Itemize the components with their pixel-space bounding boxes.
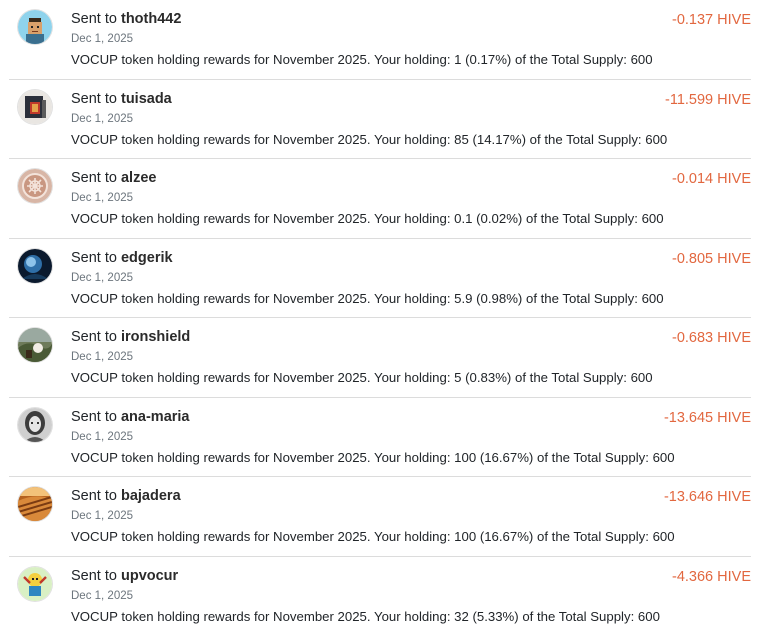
recipient-username-link[interactable]: bajadera: [121, 488, 181, 504]
transaction-amount: -0.137 HIVE: [672, 12, 751, 28]
transaction-date: Dec 1, 2025: [71, 351, 133, 363]
transaction-title: Sent to upvocur: [71, 568, 178, 584]
transaction-memo: VOCUP token holding rewards for November…: [71, 211, 664, 226]
sent-to-label: Sent to: [71, 409, 117, 425]
transaction-amount: -0.683 HIVE: [672, 330, 751, 346]
recipient-username-link[interactable]: upvocur: [121, 568, 178, 584]
transaction-row: Sent to upvocur Dec 1, 2025 VOCUP token …: [9, 557, 751, 636]
transaction-amount: -0.014 HIVE: [672, 171, 751, 187]
transaction-row: Sent to tuisada Dec 1, 2025 VOCUP token …: [9, 80, 751, 160]
dark-blue-avatar-icon[interactable]: [18, 249, 52, 283]
transaction-title: Sent to edgerik: [71, 250, 173, 266]
transaction-amount: -13.645 HIVE: [664, 410, 751, 426]
recipient-username-link[interactable]: ironshield: [121, 329, 190, 345]
transaction-date: Dec 1, 2025: [71, 113, 133, 125]
transaction-title: Sent to bajadera: [71, 488, 181, 504]
transaction-memo: VOCUP token holding rewards for November…: [71, 132, 667, 147]
transaction-memo: VOCUP token holding rewards for November…: [71, 370, 653, 385]
portrait-avatar-icon[interactable]: [18, 408, 52, 442]
transaction-amount: -0.805 HIVE: [672, 251, 751, 267]
transaction-date: Dec 1, 2025: [71, 431, 133, 443]
sent-to-label: Sent to: [71, 91, 117, 107]
sent-to-label: Sent to: [71, 488, 117, 504]
transaction-date: Dec 1, 2025: [71, 272, 133, 284]
recipient-username-link[interactable]: thoth442: [121, 11, 181, 27]
transaction-list: Sent to thoth442 Dec 1, 2025 VOCUP token…: [0, 0, 768, 636]
transaction-row: Sent to bajadera Dec 1, 2025 VOCUP token…: [9, 477, 751, 557]
transaction-row: Sent to ana-maria Dec 1, 2025 VOCUP toke…: [9, 398, 751, 478]
transaction-title: Sent to tuisada: [71, 91, 172, 107]
transaction-row: Sent to ironshield Dec 1, 2025 VOCUP tok…: [9, 318, 751, 398]
transaction-title: Sent to thoth442: [71, 11, 181, 27]
transaction-date: Dec 1, 2025: [71, 590, 133, 602]
transaction-memo: VOCUP token holding rewards for November…: [71, 52, 653, 67]
transaction-memo: VOCUP token holding rewards for November…: [71, 609, 660, 624]
recipient-username-link[interactable]: edgerik: [121, 250, 173, 266]
photo-avatar-icon[interactable]: [18, 90, 52, 124]
transaction-memo: VOCUP token holding rewards for November…: [71, 450, 675, 465]
transaction-amount: -11.599 HIVE: [665, 92, 751, 108]
sent-to-label: Sent to: [71, 568, 117, 584]
cartoon-mascot-avatar-icon[interactable]: [18, 567, 52, 601]
recipient-username-link[interactable]: ana-maria: [121, 409, 190, 425]
transaction-amount: -4.366 HIVE: [672, 569, 751, 585]
transaction-row: Sent to alzee Dec 1, 2025 VOCUP token ho…: [9, 159, 751, 239]
transaction-title: Sent to alzee: [71, 170, 156, 186]
pixel-character-avatar-icon[interactable]: [18, 10, 52, 44]
recipient-username-link[interactable]: tuisada: [121, 91, 172, 107]
transaction-memo: VOCUP token holding rewards for November…: [71, 529, 675, 544]
transaction-amount: -13.646 HIVE: [664, 489, 751, 505]
transaction-title: Sent to ana-maria: [71, 409, 190, 425]
sent-to-label: Sent to: [71, 329, 117, 345]
sent-to-label: Sent to: [71, 250, 117, 266]
recipient-username-link[interactable]: alzee: [121, 170, 156, 186]
transaction-date: Dec 1, 2025: [71, 192, 133, 204]
transaction-title: Sent to ironshield: [71, 329, 190, 345]
transaction-date: Dec 1, 2025: [71, 510, 133, 522]
landscape-avatar-icon[interactable]: [18, 328, 52, 362]
celtic-knot-avatar-icon[interactable]: [18, 169, 52, 203]
sunset-fields-avatar-icon[interactable]: [18, 487, 52, 521]
sent-to-label: Sent to: [71, 11, 117, 27]
sent-to-label: Sent to: [71, 170, 117, 186]
transaction-row: Sent to edgerik Dec 1, 2025 VOCUP token …: [9, 239, 751, 319]
transaction-memo: VOCUP token holding rewards for November…: [71, 291, 664, 306]
transaction-row: Sent to thoth442 Dec 1, 2025 VOCUP token…: [9, 0, 751, 80]
transaction-date: Dec 1, 2025: [71, 33, 133, 45]
